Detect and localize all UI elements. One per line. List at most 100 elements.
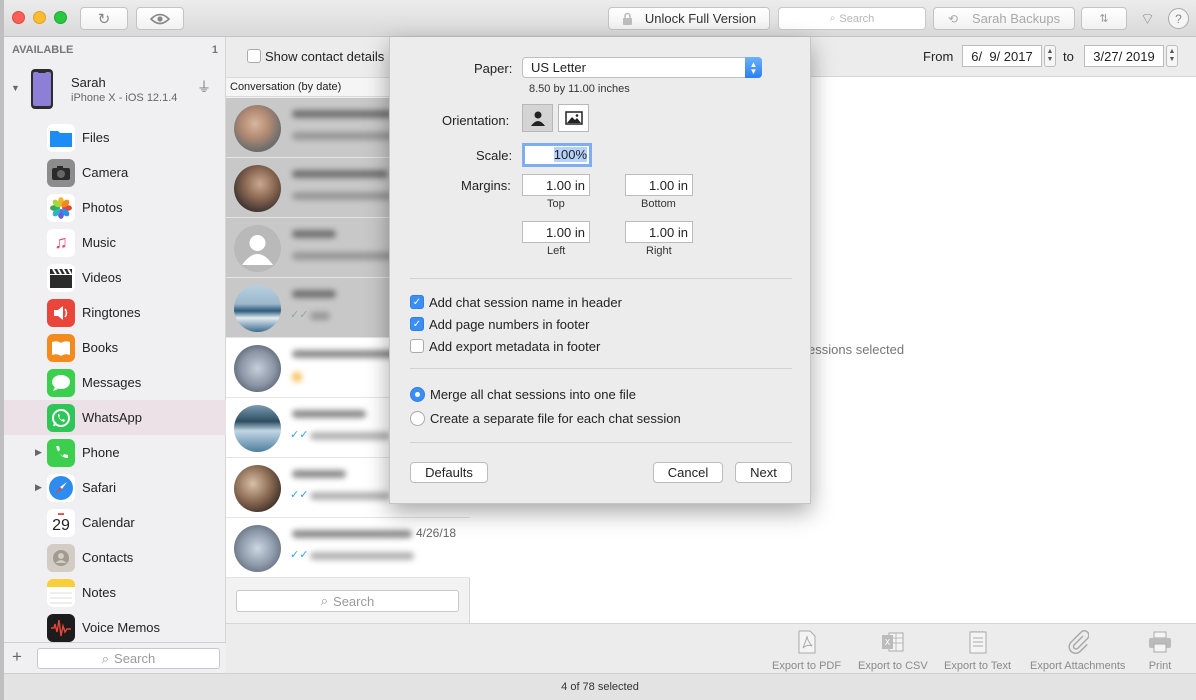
orientation-portrait-button[interactable] — [522, 104, 553, 132]
checkmark-icon: ✓ — [412, 296, 422, 308]
double-check-icon: ✓✓ — [290, 489, 309, 501]
disclosure-closed-icon[interactable]: ▶ — [35, 482, 42, 493]
header-session-name-checkbox[interactable]: ✓ — [410, 295, 424, 309]
from-date-field[interactable]: 6/ 9/ 2017 — [962, 45, 1042, 67]
speaker-icon — [47, 298, 75, 327]
margin-left-input[interactable]: 1.00 in — [522, 221, 590, 243]
sidebar-item-videos[interactable]: Videos — [4, 260, 226, 295]
unlock-full-version-button[interactable]: Unlock Full Version — [608, 7, 770, 30]
sidebar-item-ringtones[interactable]: Ringtones — [4, 295, 226, 330]
calendar-day: 29 — [52, 517, 70, 534]
contact-avatar — [234, 285, 281, 332]
margin-bottom-input[interactable]: 1.00 in — [625, 174, 693, 196]
contact-avatar — [234, 165, 281, 212]
preview-button[interactable] — [136, 7, 184, 30]
sidebar-item-books[interactable]: Books — [4, 330, 226, 365]
margin-top-input[interactable]: 1.00 in — [522, 174, 590, 196]
export-metadata-checkbox[interactable] — [410, 339, 424, 353]
from-label: From — [923, 49, 954, 64]
separate-files-radio[interactable] — [410, 411, 425, 426]
divider — [410, 442, 792, 443]
camera-icon — [47, 158, 75, 187]
add-icon[interactable]: + — [12, 647, 22, 667]
available-label: AVAILABLE — [12, 44, 74, 56]
selection-count: 4 of 78 selected — [561, 681, 639, 693]
export-text-button[interactable]: Export to Text — [944, 630, 1011, 672]
waveform-icon — [47, 613, 75, 642]
divider — [410, 368, 792, 369]
contacts-icon — [47, 543, 75, 572]
sidebar-item-calendar[interactable]: ▬ 29 Calendar — [4, 505, 226, 540]
export-csv-button[interactable]: X Export to CSV — [858, 630, 928, 672]
sidebar-item-music[interactable]: ♫ Music — [4, 225, 226, 260]
sidebar-item-safari[interactable]: ▶ Safari — [4, 470, 226, 505]
text-document-icon — [966, 630, 990, 654]
contact-avatar — [234, 465, 281, 512]
device-item[interactable]: ▼ Sarah iPhone X - iOS 12.1.4 ⏚ — [4, 65, 226, 115]
usb-icon: ⏚ — [197, 79, 211, 95]
transfer-button[interactable]: ⇅ — [1081, 7, 1127, 30]
from-date-stepper[interactable]: ▲ ▼ — [1044, 45, 1056, 67]
toolbar-search-input[interactable]: ⌕ Search — [778, 7, 926, 30]
page-numbers-checkbox[interactable]: ✓ — [410, 317, 424, 331]
paper-size-popup[interactable]: US Letter ▲ ▼ — [522, 57, 762, 78]
search-icon: ⌕ — [320, 593, 329, 608]
contact-avatar — [234, 345, 281, 392]
notes-icon — [47, 578, 75, 607]
double-check-icon: ✓✓ — [290, 309, 309, 321]
device-name: Sarah — [71, 75, 106, 90]
sidebar-item-voice-memos[interactable]: Voice Memos — [4, 610, 226, 645]
sidebar-item-files[interactable]: Files — [4, 120, 226, 155]
sessions-selected-text: essions selected — [808, 342, 905, 357]
defaults-button[interactable]: Defaults — [410, 462, 488, 483]
sidebar-item-photos[interactable]: Photos — [4, 190, 226, 225]
print-button[interactable]: Print — [1148, 630, 1172, 672]
backups-button[interactable]: ⟲ Sarah Backups — [933, 7, 1075, 30]
sidebar-item-messages[interactable]: Messages — [4, 365, 226, 400]
help-button[interactable]: ? — [1168, 8, 1189, 29]
conversation-row[interactable]: 4/26/18 ✓✓ — [226, 518, 470, 578]
sidebar-search-placeholder: Search — [114, 651, 156, 666]
merge-sessions-radio[interactable] — [410, 387, 425, 402]
show-contact-details-label: Show contact details — [265, 49, 385, 64]
status-bar: 4 of 78 selected — [4, 673, 1196, 700]
sidebar-item-phone[interactable]: ▶ Phone — [4, 435, 226, 470]
refresh-icon: ↻ — [97, 10, 111, 28]
sidebar-item-camera[interactable]: Camera — [4, 155, 226, 190]
export-toolbar: Export to PDF X Export to CSV Export to … — [226, 623, 1196, 673]
conversation-search-input[interactable]: ⌕ Search — [236, 590, 459, 612]
paperclip-icon — [1066, 630, 1090, 654]
export-attachments-button[interactable]: Export Attachments — [1030, 630, 1125, 672]
scale-input[interactable]: 100% — [522, 143, 592, 167]
bottom-label: Bottom — [641, 198, 676, 210]
show-contact-details-checkbox[interactable] — [247, 49, 261, 63]
sidebar-item-contacts[interactable]: Contacts — [4, 540, 226, 575]
page-numbers-label: Add page numbers in footer — [429, 317, 590, 332]
close-window-button[interactable] — [12, 11, 25, 24]
refresh-button[interactable]: ↻ — [80, 7, 128, 30]
cancel-button[interactable]: Cancel — [653, 462, 723, 483]
minimize-window-button[interactable] — [33, 11, 46, 24]
export-options-dialog: Paper: US Letter ▲ ▼ 8.50 by 11.00 inches… — [389, 37, 811, 504]
disclosure-closed-icon[interactable]: ▶ — [35, 447, 42, 458]
sidebar-search-input[interactable]: ⌕ Search — [37, 648, 220, 669]
calendar-icon: ▬ 29 — [47, 508, 75, 537]
sidebar-item-whatsapp[interactable]: WhatsApp — [4, 400, 226, 435]
contact-placeholder-avatar — [234, 225, 281, 272]
zoom-window-button[interactable] — [54, 11, 67, 24]
wifi-sync-icon[interactable]: ⌔ — [1137, 8, 1158, 29]
orientation-landscape-button[interactable] — [558, 104, 589, 132]
next-button[interactable]: Next — [735, 462, 792, 483]
export-metadata-label: Add export metadata in footer — [429, 339, 601, 354]
export-pdf-button[interactable]: Export to PDF — [772, 630, 841, 672]
disclosure-open-icon[interactable]: ▼ — [11, 83, 20, 93]
to-date-field[interactable]: 3/27/ 2019 — [1084, 45, 1164, 67]
contact-avatar — [234, 405, 281, 452]
to-date-stepper[interactable]: ▲ ▼ — [1166, 45, 1178, 67]
folder-icon — [47, 123, 75, 152]
sidebar-footer: + ⌕ Search — [4, 642, 226, 673]
margin-right-input[interactable]: 1.00 in — [625, 221, 693, 243]
margins-label: Margins: — [461, 178, 511, 193]
scale-label: Scale: — [476, 148, 513, 163]
sidebar-item-notes[interactable]: Notes — [4, 575, 226, 610]
